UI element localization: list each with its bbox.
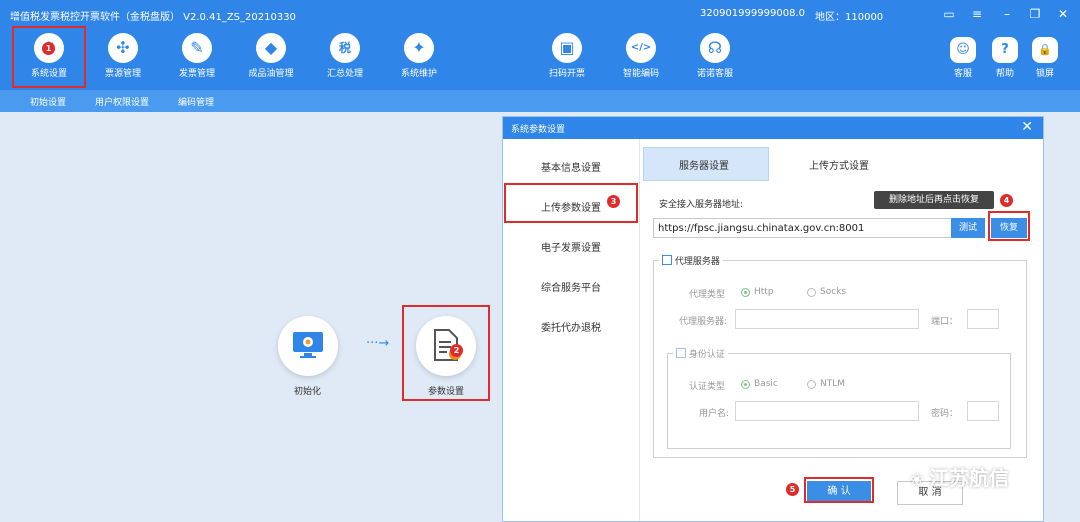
message-icon[interactable]: ▭ (938, 4, 960, 24)
proxy-group-header: 代理服务器 (659, 254, 723, 267)
toolbar-lock-screen[interactable]: 🔒 锁屏 (1010, 28, 1080, 90)
proxy-socks-radio[interactable] (807, 288, 816, 297)
watermark: ❀ 江苏航信 (910, 466, 1009, 490)
port-label: 端口： (931, 317, 959, 327)
toolbar-invoice-management[interactable]: ✎ 发票管理 (162, 28, 232, 90)
toolbar-oil-management[interactable]: ◆ 成品油管理 (236, 28, 306, 90)
workflow-arrow: ···→ (366, 336, 390, 351)
step-badge-5: 5 (786, 483, 799, 496)
proxy-checkbox[interactable] (662, 255, 672, 265)
auth-group-header: 身份认证 (673, 347, 728, 360)
step-badge-2: 2 (450, 344, 463, 357)
auth-type-label: 认证类型 (689, 382, 726, 392)
highlight-system-settings (12, 26, 86, 88)
oil-drum-icon: ◆ (256, 33, 286, 63)
auth-ntlm-radio[interactable] (807, 380, 816, 389)
sub-navigation: 初始设置 用户权限设置 编码管理 (0, 90, 1080, 112)
sidebar-item-basic-info[interactable]: 基本信息设置 (503, 159, 639, 174)
highlight-confirm (804, 477, 874, 503)
test-button[interactable]: 测试 (951, 218, 985, 238)
title-bar: 增值税发票税控开票软件（金税盘版） V2.0.41_ZS_20210330 32… (0, 0, 1080, 28)
step-badge-4: 4 (1000, 194, 1013, 207)
invoice-icon: ✎ (182, 33, 212, 63)
toolbar-nuonuo-service[interactable]: ☊ 诺诺客服 (680, 28, 750, 90)
auth-checkbox[interactable] (676, 348, 686, 358)
sidebar-item-e-invoice[interactable]: 电子发票设置 (503, 239, 639, 254)
auth-group-title: 身份认证 (688, 350, 725, 360)
highlight-restore (988, 211, 1030, 241)
region: 地区：110000 (815, 12, 884, 23)
init-step-label: 初始化 (294, 387, 322, 397)
close-window-icon[interactable]: ✕ (1052, 4, 1074, 24)
sidebar-item-tax-refund[interactable]: 委托代办退税 (503, 319, 639, 334)
toolbar-system-maintenance[interactable]: ✦ 系统维护 (384, 28, 454, 90)
lock-icon: 🔒 (1032, 37, 1058, 63)
auth-basic-radio[interactable] (741, 380, 750, 389)
headset-icon: ☊ (700, 33, 730, 63)
tax-id: 320901999999008.0 (700, 8, 805, 19)
proxy-socks-label: Socks (820, 287, 847, 297)
minimize-icon[interactable]: – (996, 4, 1018, 24)
main-toolbar: ⚙ 系统设置 ✣ 票源管理 ✎ 发票管理 ◆ 成品油管理 税 汇总处理 ✦ 系统… (0, 28, 1080, 90)
auth-basic-label: Basic (754, 379, 778, 389)
close-icon[interactable]: ✕ (1021, 119, 1033, 135)
restore-tooltip: 删除地址后再点击恢复 (874, 191, 994, 209)
tab-upload-mode[interactable]: 上传方式设置 (809, 157, 869, 172)
dialog-title: 系统参数设置 (511, 125, 566, 135)
port-input[interactable] (967, 309, 999, 329)
proxy-http-label: Http (754, 287, 774, 297)
subnav-user-permissions[interactable]: 用户权限设置 (95, 95, 149, 108)
network-icon: ✣ (108, 33, 138, 63)
wrench-icon: ✦ (404, 33, 434, 63)
proxy-http-radio[interactable] (741, 288, 750, 297)
init-step-button[interactable] (278, 316, 338, 376)
server-address-input[interactable] (653, 218, 955, 238)
proxy-server-input[interactable] (735, 309, 919, 329)
proxy-type-label: 代理类型 (689, 290, 726, 300)
proxy-server-label: 代理服务器: (679, 317, 728, 327)
code-doc-icon: </> (626, 33, 656, 63)
password-label: 密码： (931, 409, 959, 419)
server-address-label: 安全接入服务器地址: (659, 200, 744, 210)
wechat-icon: ❀ (910, 470, 929, 489)
restore-window-icon[interactable]: ❐ (1024, 4, 1046, 24)
step-badge-1: 1 (42, 42, 55, 55)
proxy-group-title: 代理服务器 (674, 257, 720, 267)
toolbar-smart-coding[interactable]: </> 智能编码 (606, 28, 676, 90)
dialog-header: 系统参数设置 ✕ (503, 117, 1043, 139)
step-badge-3: 3 (607, 195, 620, 208)
password-input[interactable] (967, 401, 999, 421)
username-label: 用户名: (699, 409, 730, 419)
username-input[interactable] (735, 401, 919, 421)
scan-icon: ▣ (552, 33, 582, 63)
app-title: 增值税发票税控开票软件（金税盘版） V2.0.41_ZS_20210330 (10, 12, 296, 23)
monitor-icon (293, 332, 323, 358)
toolbar-scan-invoice[interactable]: ▣ 扫码开票 (532, 28, 602, 90)
tax-summary-icon: 税 (330, 33, 360, 63)
highlight-param-settings (402, 305, 490, 401)
tab-server-settings-label: 服务器设置 (679, 161, 729, 172)
auth-ntlm-label: NTLM (820, 379, 846, 389)
toolbar-summary[interactable]: 税 汇总处理 (310, 28, 380, 90)
sidebar-item-service-platform[interactable]: 综合服务平台 (503, 279, 639, 294)
toolbar-ticket-source[interactable]: ✣ 票源管理 (88, 28, 158, 90)
subnav-code-management[interactable]: 编码管理 (178, 95, 214, 108)
menu-icon[interactable]: ≡ (966, 4, 988, 24)
subnav-initial-settings[interactable]: 初始设置 (30, 95, 66, 108)
